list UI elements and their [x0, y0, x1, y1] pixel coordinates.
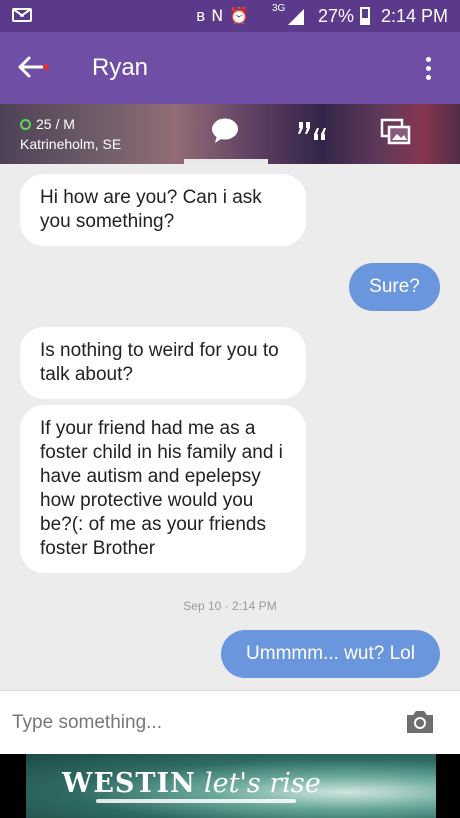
message-bubble[interactable]: If your friend had me as a foster child … — [20, 405, 306, 573]
profile-info[interactable]: 25 / M Katrineholm, SE — [20, 116, 121, 152]
status-bar: ʙN⏰ 3G 27% 2:14 PM — [0, 0, 460, 32]
ad-image[interactable]: WESTIN let's rise — [26, 754, 436, 818]
message-bubble[interactable]: Sure? — [349, 263, 440, 311]
unread-dot — [43, 64, 49, 70]
ad-banner[interactable]: WESTIN let's rise — [0, 754, 460, 818]
message-bubble[interactable]: Hi how are you? Can i ask you something? — [20, 174, 306, 246]
network-type: 3G — [272, 3, 286, 14]
chat-bubble-icon — [212, 118, 238, 143]
contact-name[interactable]: Ryan — [92, 54, 148, 82]
profile-band: 25 / M Katrineholm, SE — [0, 104, 460, 164]
quote-icon — [298, 122, 326, 140]
battery-icon — [360, 7, 370, 25]
online-status-icon — [20, 118, 31, 130]
message-bubble[interactable]: Ummmm... wut? Lol — [221, 630, 440, 678]
clock: 2:14 PM — [381, 6, 449, 26]
location: Katrineholm, SE — [20, 136, 122, 152]
bluetooth-icon: ʙ — [196, 6, 212, 25]
message-timestamp: Sep 10 · 2:14 PM — [183, 599, 277, 613]
tab-quotes[interactable] — [296, 118, 328, 149]
nfc-icon: N — [211, 6, 230, 25]
tab-photos[interactable] — [380, 118, 412, 151]
signal-icon — [288, 9, 304, 25]
message-input[interactable] — [12, 703, 392, 743]
conversation-header: Ryan — [0, 32, 460, 104]
back-button[interactable] — [16, 52, 50, 82]
message-bubble[interactable]: Is nothing to weird for you to talk abou… — [20, 327, 306, 399]
camera-icon — [407, 711, 433, 733]
ad-swash — [96, 799, 296, 803]
age-gender: 25 / M — [36, 116, 75, 132]
message-list[interactable]: Hi how are you? Can i ask you something?… — [0, 164, 460, 690]
more-options-icon[interactable] — [418, 54, 438, 84]
message-composer — [0, 690, 460, 754]
photos-icon — [380, 118, 411, 145]
ad-brand: WESTIN — [62, 768, 196, 799]
camera-button[interactable] — [404, 709, 436, 735]
tab-chat[interactable] — [211, 118, 239, 149]
battery-percent: 27% — [318, 6, 355, 26]
ad-tagline: let's rise — [204, 768, 321, 799]
alarm-icon: ⏰ — [229, 6, 256, 25]
mail-icon — [12, 8, 32, 22]
status-icons: ʙN⏰ — [196, 6, 255, 25]
active-tab-indicator — [184, 159, 268, 164]
back-arrow-icon — [18, 56, 44, 78]
